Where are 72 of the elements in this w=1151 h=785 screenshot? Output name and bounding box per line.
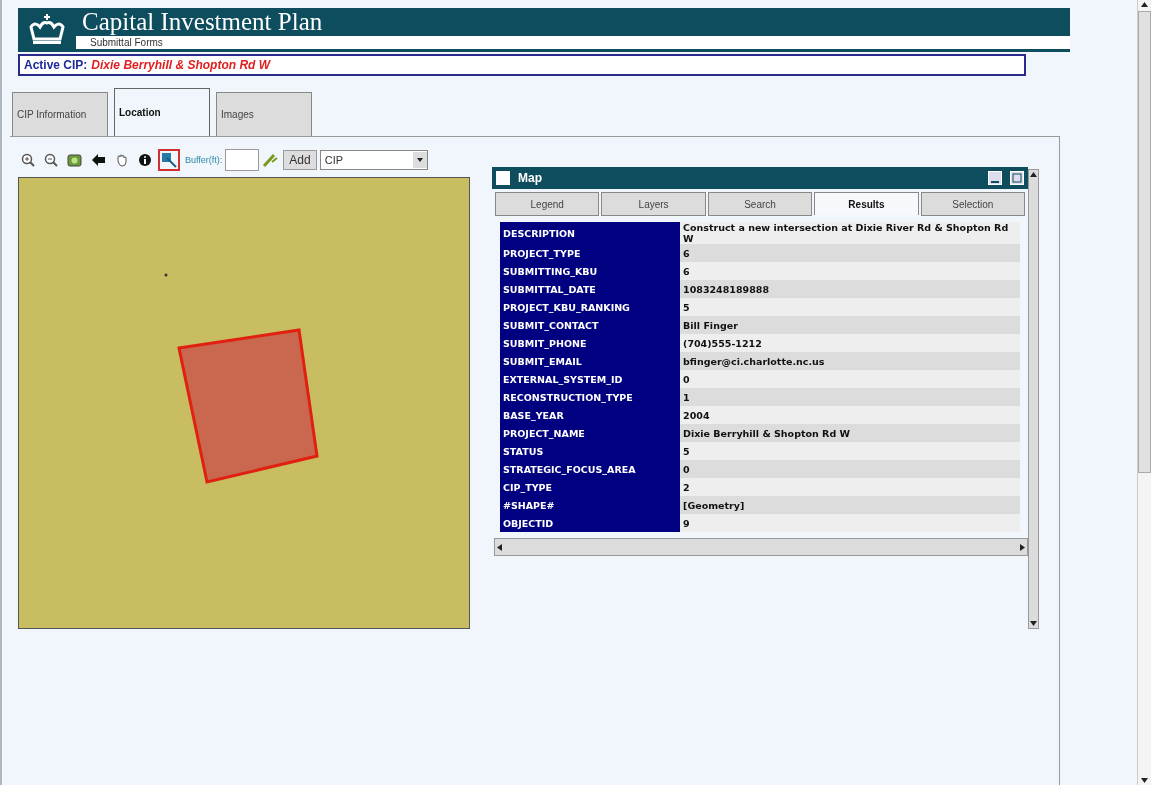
panel-tab[interactable]: Search — [707, 192, 813, 216]
tab[interactable]: CIP Information — [12, 92, 108, 136]
field-name-cell: OBJECTID — [500, 514, 681, 532]
field-name-cell: PROJECT_KBU_RANKING — [500, 298, 681, 316]
field-value-cell: 1083248189888 — [680, 280, 1020, 298]
app-title: Capital Investment Plan — [81, 8, 324, 36]
active-cip-label: Active CIP: — [24, 58, 88, 72]
scroll-up-icon[interactable] — [1140, 0, 1149, 9]
map-tool-button[interactable] — [158, 149, 180, 171]
field-value-cell: 5 — [680, 442, 1020, 460]
info-icon — [138, 153, 152, 167]
field-value-cell: 2 — [680, 478, 1020, 496]
add-button[interactable]: Add — [283, 150, 317, 170]
page-scrollbar[interactable] — [1137, 0, 1151, 785]
field-name-cell: CIP_TYPE — [500, 478, 681, 496]
window-icon — [496, 171, 510, 185]
field-name-cell: STATUS — [500, 442, 681, 460]
tab[interactable]: Location — [114, 88, 210, 136]
field-name-cell: EXTERNAL_SYSTEM_ID — [500, 370, 681, 388]
layer-dropdown[interactable]: CIP — [319, 150, 428, 170]
field-name-cell: PROJECT_TYPE — [500, 244, 681, 262]
select-icon — [161, 152, 177, 168]
minimize-icon[interactable] — [988, 171, 1002, 185]
field-name-cell: PROJECT_NAME — [500, 424, 681, 442]
field-name-cell: SUBMITTAL_DATE — [500, 280, 681, 298]
field-value-cell: [Geometry] — [680, 496, 1020, 514]
zoom-in-icon — [21, 153, 35, 167]
field-name-cell: STRATEGIC_FOCUS_AREA — [500, 460, 681, 478]
scroll-down-icon[interactable] — [1029, 619, 1038, 628]
tab[interactable]: Images — [216, 92, 312, 136]
field-value-cell: 6 — [680, 262, 1020, 280]
field-value-cell: Construct a new intersection at Dixie River Rd & Shopton Rd W — [680, 222, 1020, 244]
field-name-cell: BASE_YEAR — [500, 406, 681, 424]
field-value-cell: (704)555-1212 — [680, 334, 1020, 352]
field-value-cell: Dixie Berryhill & Shopton Rd W — [680, 424, 1020, 442]
scroll-down-icon[interactable] — [1140, 776, 1149, 785]
field-name-cell: DESCRIPTION — [500, 222, 681, 244]
map-window-title: Map — [518, 171, 542, 185]
buffer-label: Buffer(ft): — [185, 155, 223, 165]
vertical-scrollbar[interactable] — [1028, 169, 1039, 629]
field-value-cell: 2004 — [680, 406, 1020, 424]
pencil-icon[interactable] — [262, 152, 279, 168]
panel-tab[interactable]: Legend — [495, 192, 600, 216]
field-value-cell: 0 — [680, 370, 1020, 388]
hand-icon — [115, 153, 129, 167]
buffer-input[interactable] — [225, 149, 260, 171]
scroll-up-icon[interactable] — [1029, 170, 1038, 179]
back-arrow-icon — [91, 153, 106, 167]
field-name-cell: SUBMIT_EMAIL — [500, 352, 681, 370]
active-cip-value: Dixie Berryhill & Shopton Rd W — [91, 58, 271, 72]
field-value-cell: Bill Finger — [680, 316, 1020, 334]
horizontal-scrollbar[interactable] — [494, 538, 1028, 556]
field-name-cell: SUBMITTING_KBU — [500, 262, 681, 280]
zoom-out-icon — [44, 153, 58, 167]
field-value-cell: 1 — [680, 388, 1020, 406]
panel-tab[interactable]: Layers — [601, 192, 706, 216]
field-value-cell: 0 — [680, 460, 1020, 478]
field-name-cell: RECONSTRUCTION_TYPE — [500, 388, 681, 406]
crown-icon — [27, 13, 67, 47]
field-value-cell: 6 — [680, 244, 1020, 262]
app-subtitle: Submittal Forms — [76, 36, 1070, 49]
globe-icon — [67, 153, 82, 167]
field-value-cell: 9 — [680, 514, 1020, 532]
maximize-icon[interactable] — [1010, 171, 1024, 185]
field-value-cell: bfinger@ci.charlotte.nc.us — [680, 352, 1020, 370]
field-name-cell: SUBMIT_CONTACT — [500, 316, 681, 334]
field-value-cell: 5 — [680, 298, 1020, 316]
panel-tab[interactable]: Selection — [920, 192, 1026, 216]
panel-tab[interactable]: Results — [814, 192, 919, 215]
field-name-cell: #SHAPE# — [500, 496, 681, 514]
scroll-left-icon[interactable] — [495, 542, 504, 552]
field-name-cell: SUBMIT_PHONE — [500, 334, 681, 352]
